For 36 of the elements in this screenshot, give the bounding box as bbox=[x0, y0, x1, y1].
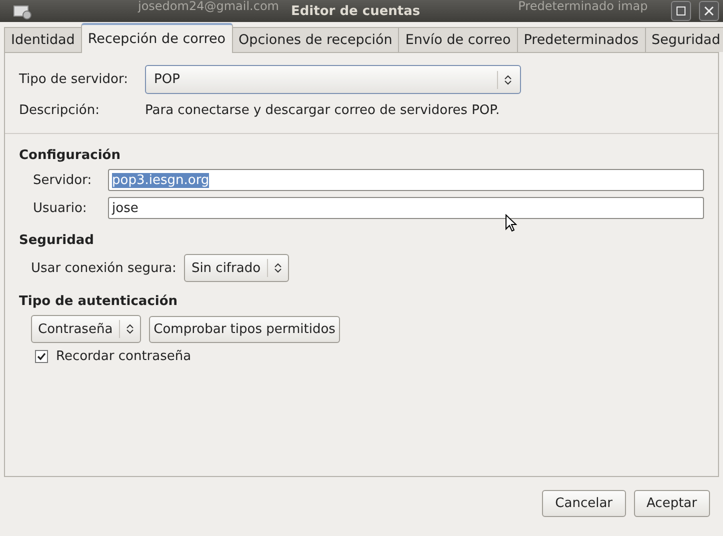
encryption-dropdown[interactable]: Sin cifrado bbox=[184, 254, 289, 282]
field-label: Usuario: bbox=[33, 200, 88, 216]
close-button[interactable] bbox=[699, 1, 719, 21]
field-label: Descripción: bbox=[19, 103, 100, 118]
tab[interactable]: Identidad bbox=[4, 27, 82, 52]
section-heading: Seguridad bbox=[19, 233, 95, 248]
tab[interactable]: Seguridad bbox=[644, 27, 723, 52]
field-label: Tipo de servidor: bbox=[19, 72, 129, 87]
tab[interactable]: Recepción de correo bbox=[80, 23, 233, 53]
window-title: Editor de cuentas bbox=[291, 4, 420, 18]
up-down-arrows-icon bbox=[274, 262, 282, 274]
server-type-dropdown[interactable]: POP bbox=[145, 65, 521, 94]
checkbox[interactable] bbox=[35, 350, 48, 363]
checkbox-label: Recordar contraseña bbox=[56, 349, 192, 364]
tab[interactable]: Envío de correo bbox=[398, 27, 518, 52]
background-window-text: josedom24@gmail.com bbox=[138, 0, 279, 13]
close-icon bbox=[704, 6, 714, 16]
maximize-icon bbox=[676, 6, 686, 16]
section-heading: Configuración bbox=[19, 148, 122, 163]
field-label: Usar conexión segura: bbox=[31, 260, 176, 276]
section-heading: Tipo de autenticación bbox=[19, 294, 179, 309]
field-label: Servidor: bbox=[33, 172, 93, 188]
authentication-dropdown[interactable]: Contraseña bbox=[31, 315, 141, 343]
dialog-button[interactable]: Cancelar bbox=[542, 490, 626, 517]
mouse-cursor-icon bbox=[505, 214, 517, 232]
up-down-arrows-icon bbox=[504, 74, 512, 86]
background-window-text: Predeterminado imap bbox=[518, 0, 649, 13]
tab[interactable]: Predeterminados bbox=[516, 27, 646, 52]
description-text: Para conectarse y descargar correo de servidores POP. bbox=[145, 103, 500, 118]
dialog-button[interactable]: Aceptar bbox=[634, 490, 710, 517]
text-field[interactable]: pop3.iesgn.org bbox=[108, 169, 704, 191]
tab[interactable]: Opciones de recepción bbox=[232, 27, 400, 52]
check-types-button[interactable]: Comprobar tipos permitidos bbox=[148, 316, 340, 342]
up-down-arrows-icon bbox=[126, 323, 134, 335]
maximize-button[interactable] bbox=[671, 1, 691, 21]
text-field[interactable]: jose bbox=[108, 197, 704, 219]
